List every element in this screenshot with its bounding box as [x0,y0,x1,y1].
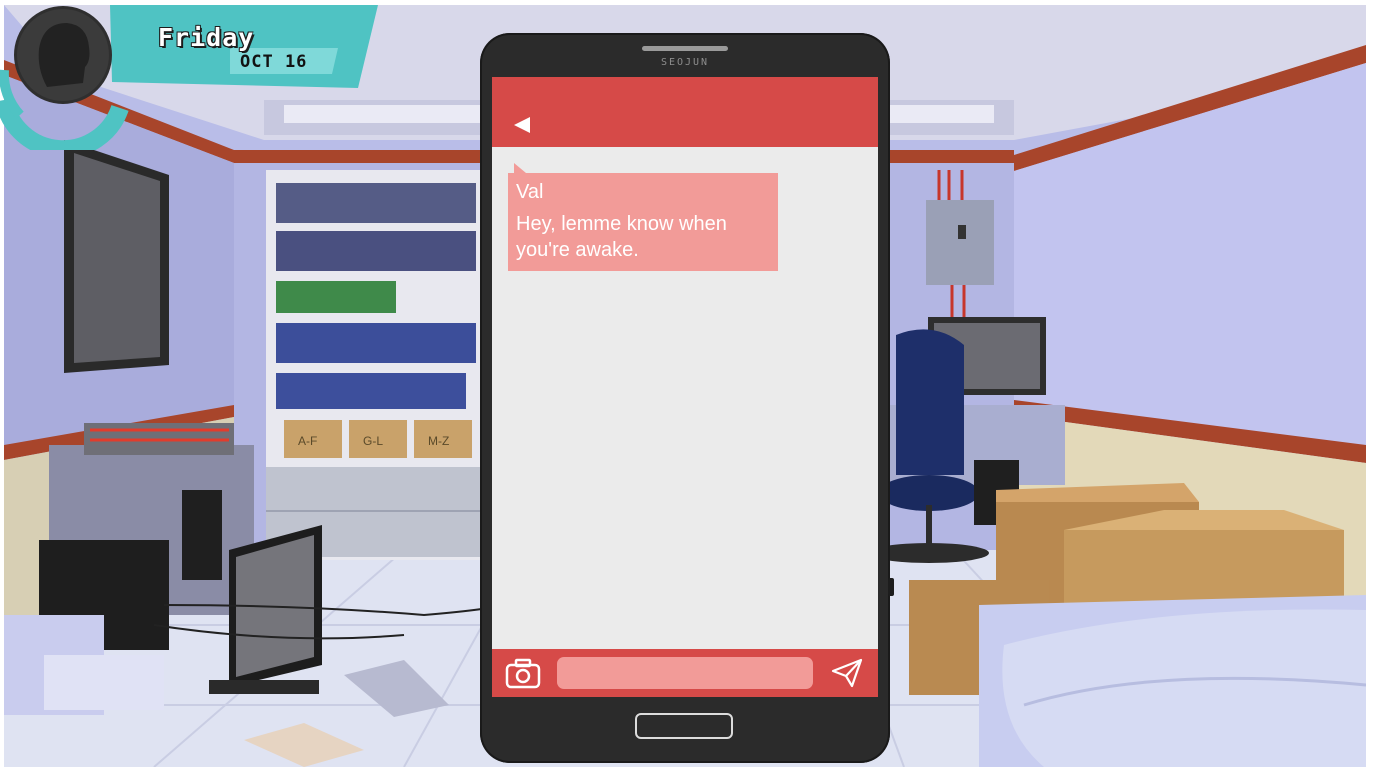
home-button[interactable] [635,713,733,739]
box-label-m-z: M-Z [428,434,449,448]
send-button[interactable] [830,657,864,689]
phone-side-button [888,578,894,596]
box-label-a-f: A-F [298,434,317,448]
camera-button[interactable] [504,657,542,689]
phone-brand: SEOJUN [660,57,710,68]
game-screen: A-F G-L M-Z Friday OCT 16 SEOJUN Val Hey… [0,0,1379,771]
back-arrow-icon [514,117,530,133]
message-composer [492,649,878,697]
camera-icon [505,658,541,689]
phone-device: SEOJUN Val Hey, lemme know when you're a… [480,33,894,763]
phone-screen: Val Hey, lemme know when you're awake. [492,77,878,697]
message-input[interactable] [557,657,813,689]
message-sender: Val [516,181,544,203]
paper-plane-icon [831,658,863,688]
message-bubble: Val Hey, lemme know when you're awake. [508,163,778,271]
day-label: Friday [158,23,255,52]
message-text: Hey, lemme know when you're awake. [516,213,727,261]
avatar [14,6,112,104]
head-silhouette-icon [38,23,90,87]
box-label-g-l: G-L [363,434,383,448]
date-label: OCT 16 [240,52,308,72]
day-date-hud: Friday OCT 16 [0,0,390,159]
chat-header [492,77,878,147]
back-button[interactable] [512,115,532,135]
phone-speaker [642,46,728,51]
bubble-tail [514,163,526,173]
